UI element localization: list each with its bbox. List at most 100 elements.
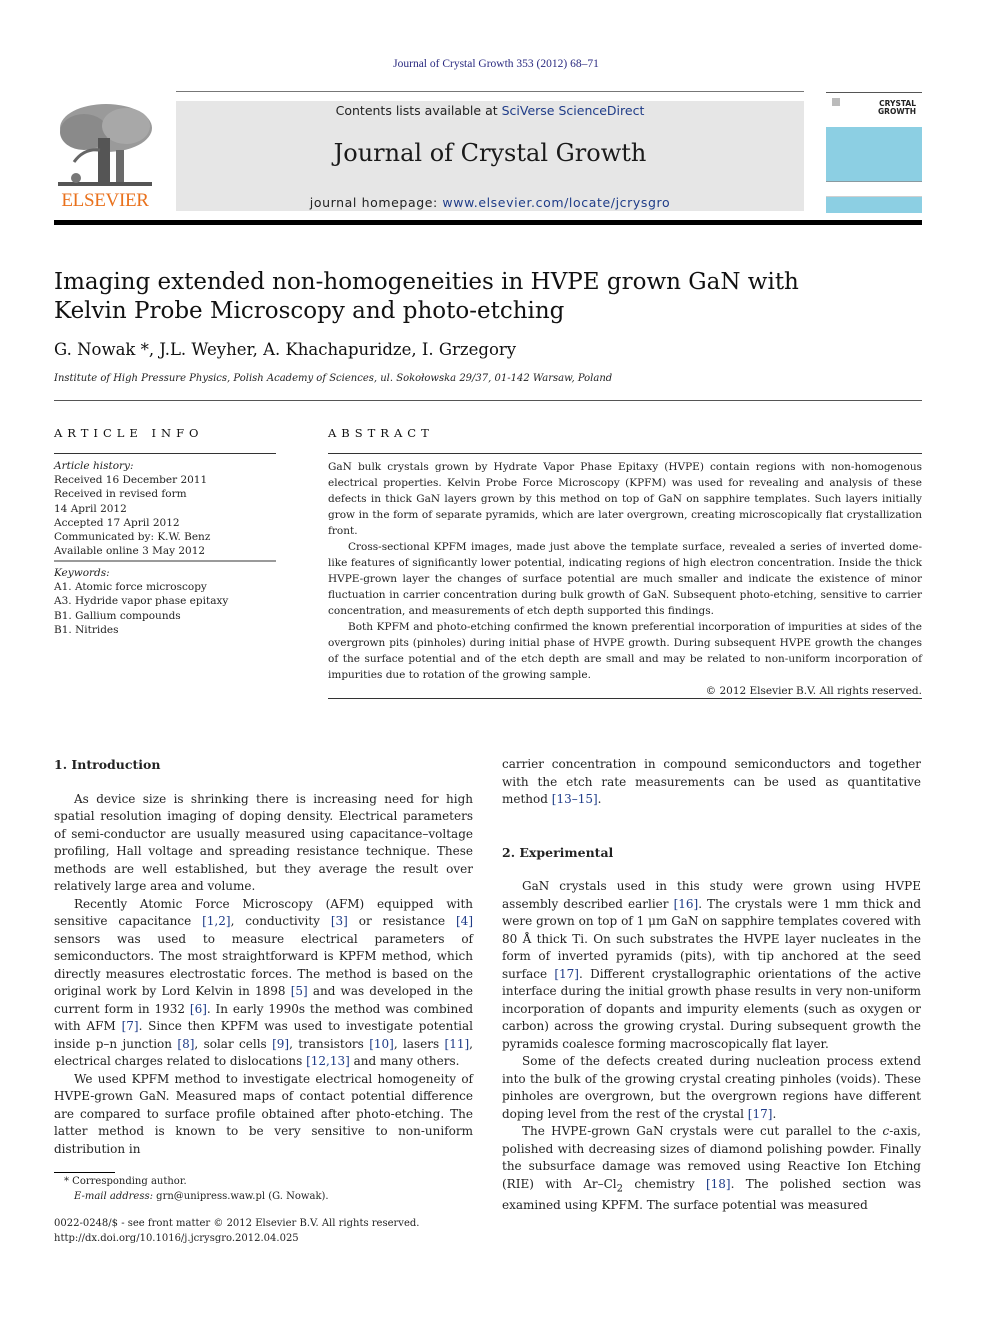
history-label: Article history: [54,460,134,472]
cover-elsevier-icon [832,98,840,106]
text-run: . [772,1106,777,1121]
reference-link[interactable]: [9] [272,1037,289,1051]
text-run: , transistors [289,1036,370,1051]
journal-banner: Contents lists available at SciVerse Sci… [176,101,804,211]
reference-link[interactable]: [13–15] [552,792,598,806]
reference-link[interactable]: [6] [190,1002,207,1016]
text-run: , conductivity [230,914,331,928]
reference-link[interactable]: [4] [456,914,473,928]
reference-link[interactable]: [7] [122,1019,139,1033]
abstract-bottom-rule [328,698,922,699]
email-value[interactable]: grn@unipress.waw.pl (G. Nowak). [153,1191,328,1202]
cover-white-band [826,182,922,197]
reference-link[interactable]: [18] [706,1177,731,1191]
journal-cover-thumbnail[interactable]: CRYSTAL GROWTH [826,92,922,213]
history-item: Received in revised form [54,488,187,501]
author-list[interactable]: G. Nowak *, J.L. Weyher, A. Khachapuridz… [54,340,516,359]
issn-line: 0022-0248/$ - see front matter © 2012 El… [54,1218,420,1229]
history-item: Accepted 17 April 2012 [54,516,180,529]
heading-spacer [502,809,921,844]
title-line-1: Imaging extended non-homogeneities in HV… [54,269,799,295]
keywords-rule [54,560,276,562]
article-info-rule [54,453,276,454]
abstract-paragraph: GaN bulk crystals grown by Hydrate Vapor… [328,461,922,537]
section-heading-experimental: 2. Experimental [502,844,614,860]
publication-info: 0022-0248/$ - see front matter © 2012 El… [54,1216,419,1246]
keyword-item: B1. Nitrides [54,623,119,636]
reference-link[interactable]: [1,2] [202,914,230,928]
intro-paragraph-2: Recently Atomic Force Microscopy (AFM) e… [54,896,473,1071]
text-run: and many others. [349,1054,460,1068]
contents-prefix: Contents lists available at [335,103,502,118]
right-column: carrier concentration in compound semico… [502,756,921,1215]
homepage-line: journal homepage: www.elsevier.com/locat… [176,195,804,210]
text-run: , lasers [393,1036,445,1051]
left-column: 1. Introduction As device size is shrink… [54,756,473,1158]
experimental-paragraph-1: GaN crystals used in this study were gro… [502,878,921,1053]
corresponding-author-note: * Corresponding author. [64,1176,187,1187]
text-run: The HVPE-grown GaN crystals were cut par… [522,1124,883,1138]
reference-link[interactable]: [12,13] [306,1054,350,1068]
elsevier-logo[interactable]: ELSEVIER [54,100,156,212]
abstract-rule [328,453,922,454]
affiliation-rule [54,400,922,401]
doi-link[interactable]: http://dx.doi.org/10.1016/j.jcrysgro.201… [54,1231,419,1246]
journal-citation[interactable]: Journal of Crystal Growth 353 (2012) 68–… [0,58,992,70]
intro-paragraph-1: As device size is shrinking there is inc… [54,791,473,894]
experimental-paragraph-3: The HVPE-grown GaN crystals were cut par… [502,1123,921,1215]
affiliation: Institute of High Pressure Physics, Poli… [54,373,613,384]
contents-line: Contents lists available at SciVerse Sci… [176,103,804,118]
text-run: , solar cells [194,1036,273,1051]
email-label: E-mail address: [74,1191,153,1202]
history-item: Received 16 December 2011 [54,474,208,487]
cover-label: CRYSTAL GROWTH [878,100,916,116]
reference-link[interactable]: [8] [177,1037,194,1051]
abstract-paragraph: Cross-sectional KPFM images, made just a… [328,541,922,617]
text-run: Some of the defects created during nucle… [502,1054,921,1121]
intro-paragraph-3: We used KPFM method to investigate elect… [54,1071,473,1156]
abstract-heading: ABSTRACT [328,426,434,440]
keyword-item: A1. Atomic force microscopy [54,581,207,594]
keyword-item: B1. Gallium compounds [54,609,181,622]
keyword-item: A3. Hydride vapor phase epitaxy [54,595,229,608]
continued-paragraph: carrier concentration in compound semico… [502,756,921,809]
heading-spacer [54,774,473,791]
journal-title: Journal of Crystal Growth [333,139,647,167]
abstract-paragraph: Both KPFM and photo-etching confirmed th… [328,621,922,681]
history-item: 14 April 2012 [54,502,127,515]
history-item: Communicated by: K.W. Benz [54,531,211,544]
section-heading-introduction: 1. Introduction [54,757,161,772]
text-run: or resistance [347,914,456,928]
reference-link[interactable]: [17] [748,1107,773,1121]
cover-blue-strip [826,197,922,213]
reference-link[interactable]: [11] [445,1037,470,1051]
homepage-link[interactable]: www.elsevier.com/locate/jcrysgro [442,195,670,210]
history-item: Available online 3 May 2012 [54,545,206,558]
experimental-paragraph-2: Some of the defects created during nucle… [502,1053,921,1123]
footnote-rule [54,1172,115,1173]
reference-link[interactable]: [3] [331,914,348,928]
abstract-copyright: © 2012 Elsevier B.V. All rights reserved… [705,685,922,697]
cover-label-line2: GROWTH [878,107,916,116]
header-thick-rule [54,220,922,225]
article-info-heading: ARTICLE INFO [54,426,204,440]
sciencedirect-link[interactable]: SciVerse ScienceDirect [502,103,645,118]
elsevier-tree-icon [58,104,152,186]
article-history: Article history: Received 16 December 20… [54,459,276,558]
reference-link[interactable]: [5] [291,984,308,998]
reference-link[interactable]: [16] [674,897,699,911]
keywords-label: Keywords: [54,567,110,579]
keywords: Keywords: A1. Atomic force microscopy A3… [54,566,276,637]
text-run: . [597,792,602,806]
elsevier-wordmark: ELSEVIER [61,190,149,211]
abstract-body: GaN bulk crystals grown by Hydrate Vapor… [328,459,922,699]
cover-blue-panel [826,127,922,182]
title-line-2: Kelvin Probe Microscopy and photo-etchin… [54,298,565,324]
footnote: * Corresponding author. E-mail address: … [54,1174,329,1204]
email-note: E-mail address: grn@unipress.waw.pl (G. … [54,1189,329,1204]
text-run: chemistry [623,1176,706,1191]
reference-link[interactable]: [10] [369,1037,394,1051]
article-title: Imaging extended non-homogeneities in HV… [54,268,934,326]
reference-link[interactable]: [17] [554,967,579,981]
heading-spacer [502,861,921,878]
